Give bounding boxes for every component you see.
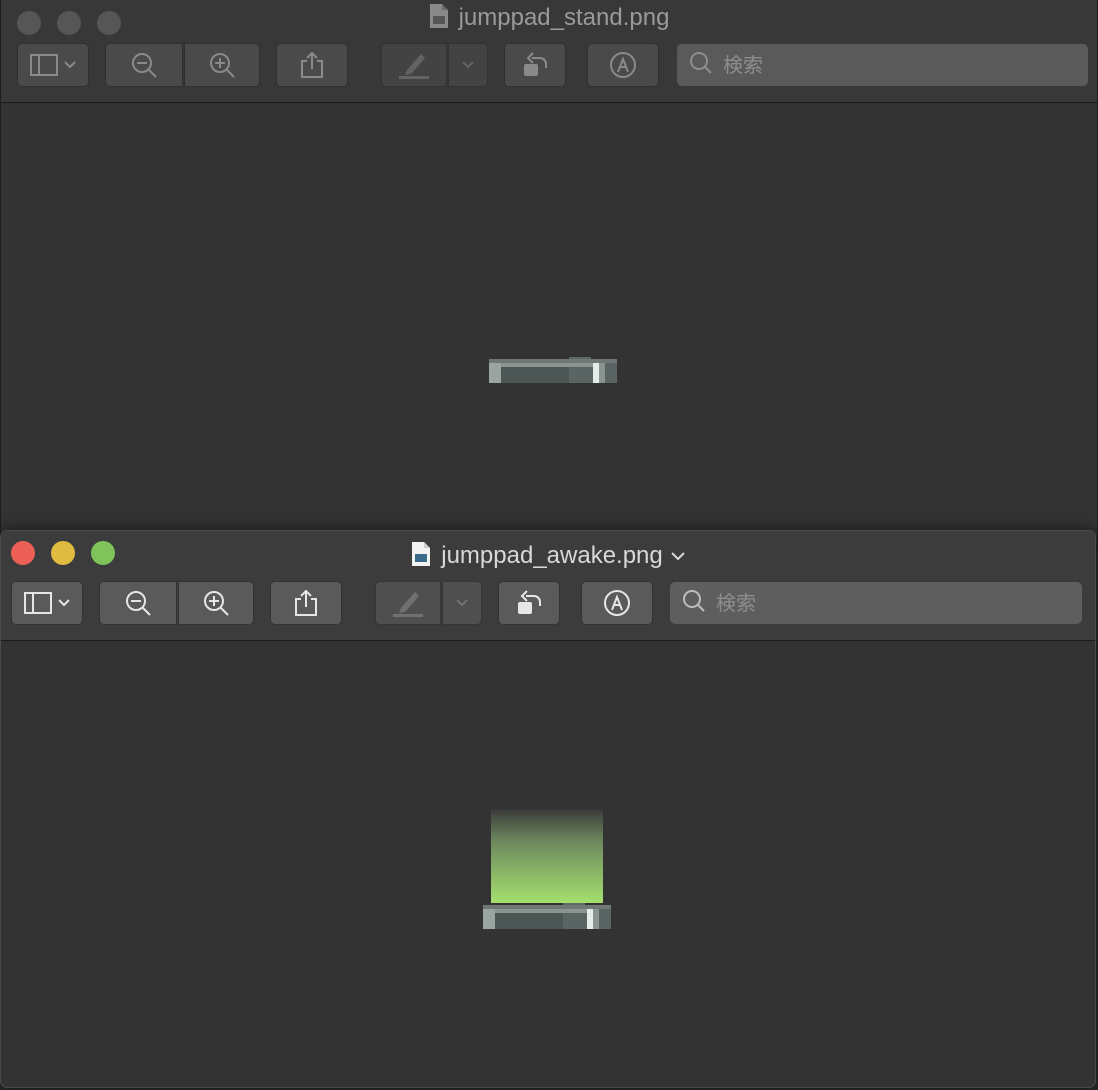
zoom-out-button[interactable]: [105, 43, 183, 87]
jumppad-awake-sprite: [483, 809, 611, 929]
zoom-in-icon: [202, 589, 230, 617]
window-title-text: jumppad_stand.png: [458, 4, 670, 31]
chevron-down-icon[interactable]: [671, 545, 685, 566]
highlighter-icon: [397, 50, 431, 80]
window-title: jumppad_stand.png: [1, 3, 1097, 32]
search-input[interactable]: [721, 52, 1088, 78]
chevron-down-icon: [456, 599, 468, 607]
highlight-button[interactable]: [375, 581, 441, 625]
markup-button[interactable]: [581, 581, 653, 625]
zoom-out-icon: [124, 589, 152, 617]
titlebar: jumppad_awake.png: [1, 531, 1095, 641]
highlight-menu-button[interactable]: [442, 581, 482, 625]
sidebar-button[interactable]: [11, 581, 83, 625]
search-icon: [682, 589, 706, 618]
chevron-down-icon: [58, 599, 70, 607]
highlight-menu-button[interactable]: [448, 43, 488, 87]
zoom-out-icon: [130, 51, 158, 79]
titlebar: jumppad_stand.png: [1, 0, 1097, 103]
zoom-in-button[interactable]: [184, 43, 260, 87]
image-canvas: [1, 103, 1097, 551]
search-field[interactable]: [676, 43, 1089, 87]
window-title[interactable]: jumppad_awake.png: [1, 541, 1095, 570]
highlight-button[interactable]: [381, 43, 447, 87]
rotate-button[interactable]: [498, 581, 560, 625]
zoom-out-button[interactable]: [99, 581, 177, 625]
share-icon: [294, 589, 318, 617]
share-icon: [300, 51, 324, 79]
png-file-icon: [411, 541, 431, 567]
search-field[interactable]: [669, 581, 1083, 625]
search-input[interactable]: [714, 590, 1082, 616]
chevron-down-icon: [64, 61, 76, 69]
jumppad-stand-sprite: [489, 357, 617, 383]
jump-glow: [491, 809, 603, 903]
share-button[interactable]: [270, 581, 342, 625]
markup-icon: [602, 588, 632, 618]
window-title-text: jumppad_awake.png: [441, 542, 663, 569]
markup-button[interactable]: [587, 43, 659, 87]
image-canvas: [1, 641, 1095, 1087]
chevron-down-icon: [462, 61, 474, 69]
rotate-icon: [520, 50, 550, 80]
sidebar-icon: [30, 54, 58, 76]
sidebar-icon: [24, 592, 52, 614]
zoom-in-icon: [208, 51, 236, 79]
preview-window-back[interactable]: jumppad_stand.png: [0, 0, 1098, 552]
png-file-icon: [429, 3, 449, 29]
sidebar-button[interactable]: [17, 43, 89, 87]
markup-icon: [608, 50, 638, 80]
search-icon: [689, 51, 713, 80]
share-button[interactable]: [276, 43, 348, 87]
rotate-icon: [514, 588, 544, 618]
highlighter-icon: [391, 588, 425, 618]
preview-window-front[interactable]: jumppad_awake.png: [0, 530, 1096, 1088]
rotate-button[interactable]: [504, 43, 566, 87]
zoom-in-button[interactable]: [178, 581, 254, 625]
